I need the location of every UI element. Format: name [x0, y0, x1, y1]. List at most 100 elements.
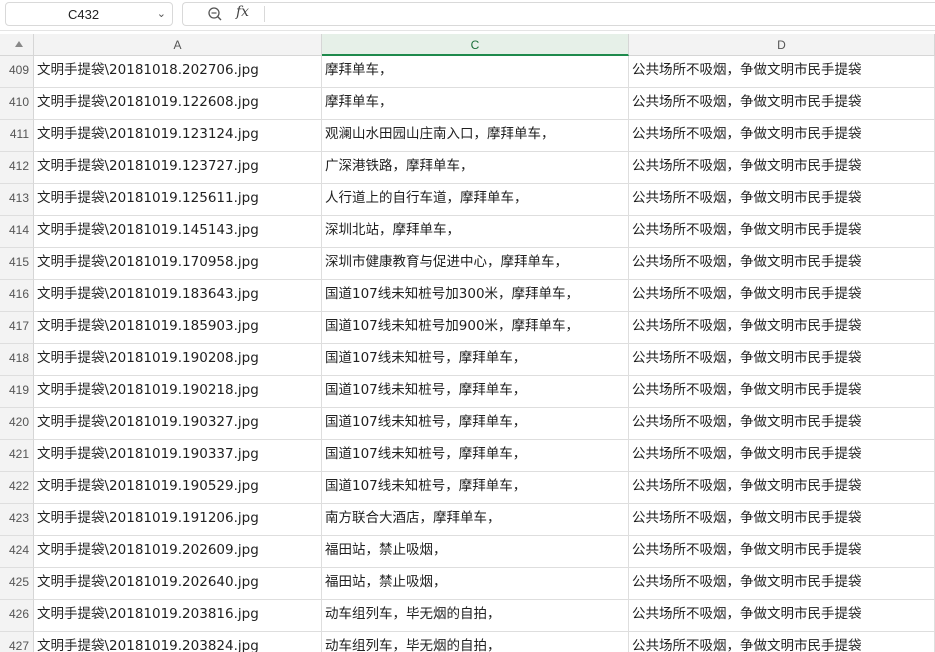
cell-d[interactable]: 公共场所不吸烟，争做文明市民手提袋 — [629, 312, 935, 344]
cell-c[interactable]: 南方联合大酒店，摩拜单车， — [322, 504, 629, 536]
formula-bar: C432 ⌄ fx — [0, 0, 935, 31]
row-header[interactable]: 411 — [0, 120, 34, 152]
cell-a[interactable]: 文明手提袋\20181019.190327.jpg — [34, 408, 322, 440]
row-header[interactable]: 420 — [0, 408, 34, 440]
row-header[interactable]: 427 — [0, 632, 34, 652]
cell-a[interactable]: 文明手提袋\20181019.190337.jpg — [34, 440, 322, 472]
row-header[interactable]: 424 — [0, 536, 34, 568]
cell-d[interactable]: 公共场所不吸烟，争做文明市民手提袋 — [629, 88, 935, 120]
cell-c[interactable]: 福田站，禁止吸烟， — [322, 536, 629, 568]
cell-d[interactable]: 公共场所不吸烟，争做文明市民手提袋 — [629, 56, 935, 88]
zoom-icon[interactable] — [207, 6, 223, 22]
table-row: 421 文明手提袋\20181019.190337.jpg 国道107线未知桩号… — [0, 440, 935, 472]
cell-d[interactable]: 公共场所不吸烟，争做文明市民手提袋 — [629, 152, 935, 184]
table-row: 422 文明手提袋\20181019.190529.jpg 国道107线未知桩号… — [0, 472, 935, 504]
cell-d[interactable]: 公共场所不吸烟，争做文明市民手提袋 — [629, 216, 935, 248]
cell-a[interactable]: 文明手提袋\20181019.145143.jpg — [34, 216, 322, 248]
cell-c[interactable]: 国道107线未知桩号，摩拜单车， — [322, 376, 629, 408]
row-header[interactable]: 412 — [0, 152, 34, 184]
column-header-a[interactable]: A — [34, 34, 322, 56]
cell-c[interactable]: 人行道上的自行车道，摩拜单车， — [322, 184, 629, 216]
row-header[interactable]: 422 — [0, 472, 34, 504]
cell-c[interactable]: 动车组列车，毕无烟的自拍， — [322, 600, 629, 632]
row-header[interactable]: 419 — [0, 376, 34, 408]
cell-d[interactable]: 公共场所不吸烟，争做文明市民手提袋 — [629, 440, 935, 472]
cell-a[interactable]: 文明手提袋\20181019.203824.jpg — [34, 632, 322, 652]
table-row: 426 文明手提袋\20181019.203816.jpg 动车组列车，毕无烟的… — [0, 600, 935, 632]
cell-a[interactable]: 文明手提袋\20181019.202609.jpg — [34, 536, 322, 568]
cell-c[interactable]: 国道107线未知桩号，摩拜单车， — [322, 440, 629, 472]
row-header[interactable]: 413 — [0, 184, 34, 216]
cell-c[interactable]: 摩拜单车， — [322, 56, 629, 88]
cell-a[interactable]: 文明手提袋\20181019.202640.jpg — [34, 568, 322, 600]
cell-c[interactable]: 福田站，禁止吸烟， — [322, 568, 629, 600]
cell-d[interactable]: 公共场所不吸烟，争做文明市民手提袋 — [629, 632, 935, 652]
select-all-icon — [15, 41, 23, 47]
row-header[interactable]: 425 — [0, 568, 34, 600]
cell-d[interactable]: 公共场所不吸烟，争做文明市民手提袋 — [629, 280, 935, 312]
cell-reference[interactable]: C432 — [68, 7, 99, 22]
function-icon[interactable]: fx — [236, 4, 249, 20]
row-header[interactable]: 414 — [0, 216, 34, 248]
row-header[interactable]: 421 — [0, 440, 34, 472]
cell-d[interactable]: 公共场所不吸烟，争做文明市民手提袋 — [629, 184, 935, 216]
row-header[interactable]: 410 — [0, 88, 34, 120]
column-header-c[interactable]: C — [322, 34, 629, 56]
cell-d[interactable]: 公共场所不吸烟，争做文明市民手提袋 — [629, 472, 935, 504]
cell-c[interactable]: 国道107线未知桩号加900米，摩拜单车， — [322, 312, 629, 344]
cell-c[interactable]: 国道107线未知桩号，摩拜单车， — [322, 344, 629, 376]
row-header[interactable]: 409 — [0, 56, 34, 88]
cell-a[interactable]: 文明手提袋\20181019.183643.jpg — [34, 280, 322, 312]
cell-a[interactable]: 文明手提袋\20181019.191206.jpg — [34, 504, 322, 536]
table-row: 427 文明手提袋\20181019.203824.jpg 动车组列车，毕无烟的… — [0, 632, 935, 652]
table-row: 418 文明手提袋\20181019.190208.jpg 国道107线未知桩号… — [0, 344, 935, 376]
cell-d[interactable]: 公共场所不吸烟，争做文明市民手提袋 — [629, 536, 935, 568]
cell-a[interactable]: 文明手提袋\20181019.122608.jpg — [34, 88, 322, 120]
column-header-d[interactable]: D — [629, 34, 935, 56]
cell-a[interactable]: 文明手提袋\20181019.190218.jpg — [34, 376, 322, 408]
cell-a[interactable]: 文明手提袋\20181019.123124.jpg — [34, 120, 322, 152]
table-row: 411 文明手提袋\20181019.123124.jpg 观澜山水田园山庄南入… — [0, 120, 935, 152]
select-all-corner[interactable] — [0, 34, 34, 56]
cell-a[interactable]: 文明手提袋\20181019.185903.jpg — [34, 312, 322, 344]
cell-d[interactable]: 公共场所不吸烟，争做文明市民手提袋 — [629, 120, 935, 152]
cell-a[interactable]: 文明手提袋\20181019.170958.jpg — [34, 248, 322, 280]
chevron-down-icon[interactable]: ⌄ — [157, 7, 166, 20]
cell-a[interactable]: 文明手提袋\20181018.202706.jpg — [34, 56, 322, 88]
row-header[interactable]: 416 — [0, 280, 34, 312]
cell-c[interactable]: 摩拜单车， — [322, 88, 629, 120]
cell-c[interactable]: 动车组列车，毕无烟的自拍， — [322, 632, 629, 652]
row-header[interactable]: 418 — [0, 344, 34, 376]
cell-c[interactable]: 深圳市健康教育与促进中心，摩拜单车， — [322, 248, 629, 280]
cell-c[interactable]: 国道107线未知桩号，摩拜单车， — [322, 472, 629, 504]
cell-a[interactable]: 文明手提袋\20181019.190208.jpg — [34, 344, 322, 376]
cell-d[interactable]: 公共场所不吸烟，争做文明市民手提袋 — [629, 504, 935, 536]
cell-c[interactable]: 深圳北站，摩拜单车， — [322, 216, 629, 248]
cell-d[interactable]: 公共场所不吸烟，争做文明市民手提袋 — [629, 408, 935, 440]
table-row: 420 文明手提袋\20181019.190327.jpg 国道107线未知桩号… — [0, 408, 935, 440]
table-row: 423 文明手提袋\20181019.191206.jpg 南方联合大酒店，摩拜… — [0, 504, 935, 536]
cell-d[interactable]: 公共场所不吸烟，争做文明市民手提袋 — [629, 600, 935, 632]
cell-a[interactable]: 文明手提袋\20181019.123727.jpg — [34, 152, 322, 184]
cell-a[interactable]: 文明手提袋\20181019.190529.jpg — [34, 472, 322, 504]
cell-a[interactable]: 文明手提袋\20181019.125611.jpg — [34, 184, 322, 216]
formula-input-area: fx — [182, 2, 935, 26]
cell-c[interactable]: 广深港铁路，摩拜单车， — [322, 152, 629, 184]
cell-c[interactable]: 国道107线未知桩号加300米，摩拜单车， — [322, 280, 629, 312]
name-box[interactable]: C432 ⌄ — [5, 2, 173, 26]
cell-c[interactable]: 国道107线未知桩号，摩拜单车， — [322, 408, 629, 440]
cell-d[interactable]: 公共场所不吸烟，争做文明市民手提袋 — [629, 568, 935, 600]
table-row: 410 文明手提袋\20181019.122608.jpg 摩拜单车， 公共场所… — [0, 88, 935, 120]
cell-a[interactable]: 文明手提袋\20181019.203816.jpg — [34, 600, 322, 632]
row-header[interactable]: 415 — [0, 248, 34, 280]
row-header[interactable]: 423 — [0, 504, 34, 536]
cell-d[interactable]: 公共场所不吸烟，争做文明市民手提袋 — [629, 248, 935, 280]
table-row: 412 文明手提袋\20181019.123727.jpg 广深港铁路，摩拜单车… — [0, 152, 935, 184]
cell-d[interactable]: 公共场所不吸烟，争做文明市民手提袋 — [629, 344, 935, 376]
table-row: 419 文明手提袋\20181019.190218.jpg 国道107线未知桩号… — [0, 376, 935, 408]
cell-c[interactable]: 观澜山水田园山庄南入口，摩拜单车， — [322, 120, 629, 152]
cell-d[interactable]: 公共场所不吸烟，争做文明市民手提袋 — [629, 376, 935, 408]
row-header[interactable]: 417 — [0, 312, 34, 344]
table-row: 413 文明手提袋\20181019.125611.jpg 人行道上的自行车道，… — [0, 184, 935, 216]
row-header[interactable]: 426 — [0, 600, 34, 632]
